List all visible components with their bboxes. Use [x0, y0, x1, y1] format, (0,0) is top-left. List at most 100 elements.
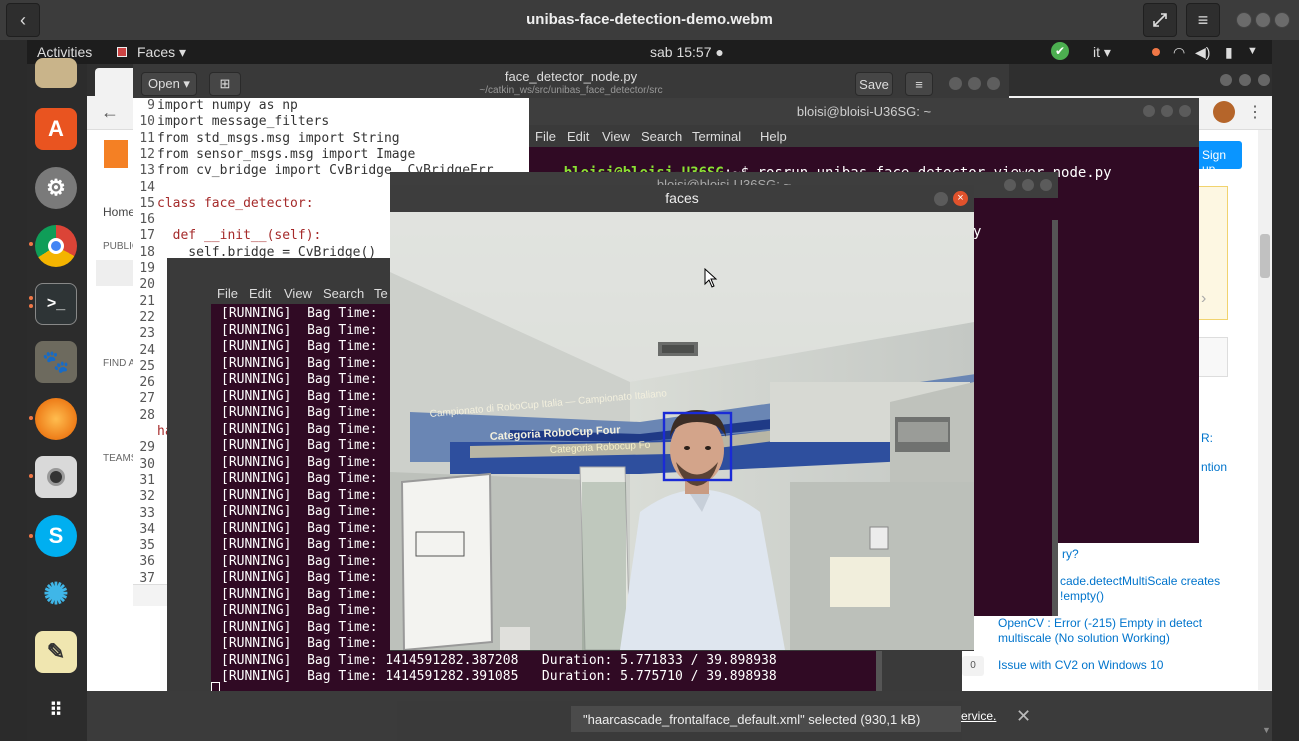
close-button[interactable]: ×: [953, 191, 968, 206]
terminal-line: [RUNNING] Bag Time:: [221, 619, 378, 635]
line-number: 29: [139, 440, 155, 456]
browser-scrollbar[interactable]: [1258, 130, 1272, 690]
related-snip[interactable]: ntion: [1201, 460, 1227, 474]
skype-icon[interactable]: S: [35, 515, 77, 557]
minimize-button[interactable]: [1143, 105, 1155, 117]
nav-active-item[interactable]: [96, 260, 136, 286]
maximize-button[interactable]: [1022, 179, 1034, 191]
close-button[interactable]: [987, 77, 1000, 90]
maximize-button[interactable]: [1161, 105, 1173, 117]
check-icon[interactable]: ✔: [1051, 42, 1069, 60]
menu-search[interactable]: Search: [641, 129, 682, 144]
app-menu[interactable]: Faces ▾: [137, 44, 186, 61]
terminal-line: [RUNNING] Bag Time:: [221, 372, 378, 387]
download-item-label: "haarcascade_frontalface_default.xml" se…: [583, 711, 921, 727]
close-button[interactable]: [1258, 74, 1270, 86]
menu-view[interactable]: View: [284, 286, 312, 301]
app-icon: [117, 47, 127, 57]
code-line: 12 from sensor_msgs.msg import Image: [133, 147, 415, 164]
maximize-button[interactable]: [968, 77, 981, 90]
back-arrow-icon[interactable]: ←: [101, 102, 119, 123]
terminal-scrollbar[interactable]: [1052, 220, 1058, 616]
download-item[interactable]: "haarcascade_frontalface_default.xml" se…: [571, 706, 961, 732]
player-menu-button[interactable]: ≡: [1186, 3, 1220, 37]
language-indicator[interactable]: it ▾: [1093, 44, 1111, 61]
menu-file[interactable]: File: [217, 286, 238, 301]
terminal-line: [RUNNING] Bag Time:: [221, 504, 378, 519]
terms-of-service-link[interactable]: ervice.: [961, 709, 996, 723]
terminal-back-body[interactable]: y: [970, 220, 1056, 616]
code-text: def __init__(self):: [157, 228, 322, 244]
clock[interactable]: sab 15:57 ●: [650, 44, 724, 60]
battery-icon[interactable]: ▮: [1225, 44, 1233, 61]
avatar[interactable]: [1213, 101, 1235, 123]
close-button[interactable]: [1179, 105, 1191, 117]
nav-home[interactable]: Home: [103, 205, 135, 219]
menu-file[interactable]: File: [535, 129, 556, 144]
gnome-top-bar: Activities Faces ▾ sab 15:57 ● ✔ it ▾ ◠ …: [27, 40, 1272, 64]
menu-search[interactable]: Search: [323, 286, 364, 301]
maximize-button[interactable]: [1255, 12, 1271, 28]
save-button[interactable]: Save: [855, 72, 893, 96]
code-line: 32: [133, 489, 157, 506]
related-snip[interactable]: R:: [1201, 431, 1213, 445]
minimize-button[interactable]: [934, 192, 948, 206]
notes-icon[interactable]: ✎: [35, 631, 77, 673]
video-player-bar: ‹ unibas-face-detection-demo.webm ≡: [0, 0, 1299, 40]
system-menu-icon[interactable]: ▼: [1247, 45, 1258, 57]
gedit-menu-icon[interactable]: ≡: [905, 72, 933, 96]
minimize-button[interactable]: [1236, 12, 1252, 28]
code-text: import numpy as np: [157, 98, 298, 113]
terminal-line: [RUNNING] Bag Time:: [221, 421, 378, 437]
close-icon[interactable]: ✕: [1016, 706, 1031, 727]
related-link[interactable]: OpenCV : Error (-215) Empty in detect mu…: [998, 616, 1202, 646]
terminal-line: [RUNNING] Bag Time:: [221, 553, 378, 569]
line-number: 18: [139, 244, 155, 260]
sign-up-button[interactable]: Sign up: [1196, 141, 1242, 169]
firefox-icon[interactable]: [35, 398, 77, 440]
minimize-button[interactable]: [949, 77, 962, 90]
menu-terminal[interactable]: Te: [374, 286, 388, 301]
mouse-pointer-icon: [704, 268, 718, 288]
close-button[interactable]: [1274, 12, 1290, 28]
software-center-icon[interactable]: A: [35, 108, 77, 150]
camera-icon[interactable]: [35, 456, 77, 498]
show-apps-icon[interactable]: ⠿: [35, 689, 77, 731]
menu-view[interactable]: View: [602, 129, 630, 144]
code-text: import message_filters: [157, 114, 330, 130]
minimize-button[interactable]: [1004, 179, 1016, 191]
scroll-down-icon[interactable]: ▼: [1262, 725, 1271, 735]
volume-icon[interactable]: ◀): [1195, 44, 1210, 61]
line-number: 16: [139, 212, 155, 228]
line-number: 33: [139, 505, 155, 521]
related-link[interactable]: cade.detectMultiScale creates !empty(): [1060, 574, 1220, 604]
close-button[interactable]: [1040, 179, 1052, 191]
more-vert-icon[interactable]: ⋮: [1247, 102, 1263, 122]
menu-edit[interactable]: Edit: [249, 286, 271, 301]
text-editor-icon[interactable]: [35, 58, 77, 88]
minimize-button[interactable]: [1220, 74, 1232, 86]
terminal-line: [RUNNING] Bag Time:: [221, 487, 378, 503]
gimp-icon[interactable]: 🐾: [35, 341, 77, 383]
line-number: 10: [139, 114, 155, 130]
chrome-icon[interactable]: [35, 225, 77, 267]
menu-help[interactable]: Help: [760, 129, 787, 144]
maximize-button[interactable]: [1239, 74, 1251, 86]
menu-terminal[interactable]: Terminal: [692, 129, 741, 144]
terminal-line: [RUNNING] Bag Time: 1414591282.387208 Du…: [221, 652, 777, 668]
related-snip[interactable]: ry?: [1062, 547, 1079, 561]
wifi-icon[interactable]: ◠: [1173, 44, 1185, 61]
terminal-line: [RUNNING] Bag Time:: [221, 454, 378, 470]
terminal-icon[interactable]: >_: [35, 283, 77, 325]
menu-edit[interactable]: Edit: [567, 129, 589, 144]
settings-icon[interactable]: ⚙: [35, 167, 77, 209]
related-link[interactable]: Issue with CV2 on Windows 10: [998, 658, 1163, 672]
stackoverflow-logo[interactable]: [104, 140, 128, 168]
hamburger-icon: ≡: [1197, 9, 1209, 30]
chevron-right-icon[interactable]: ›: [1201, 290, 1206, 308]
eclipse-icon[interactable]: ✺: [35, 573, 77, 615]
terminal-line: [RUNNING] Bag Time:: [221, 537, 378, 552]
terminal-line: [RUNNING] Bag Time:: [221, 570, 378, 585]
fullscreen-button[interactable]: [1143, 3, 1177, 37]
line-number: 36: [139, 554, 155, 570]
